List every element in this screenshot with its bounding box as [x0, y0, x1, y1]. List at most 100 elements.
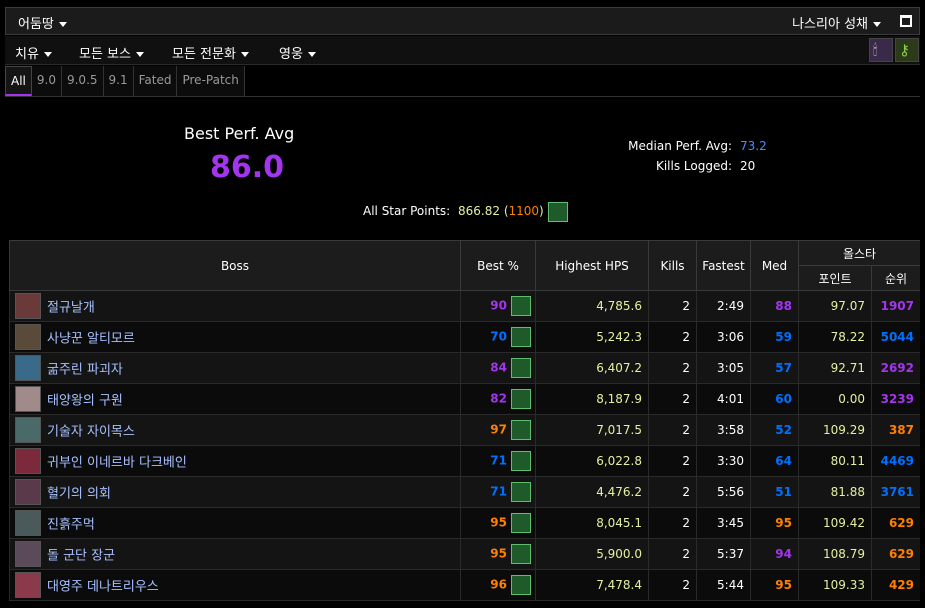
median-percent: 95	[750, 507, 799, 539]
maximize-icon[interactable]	[900, 15, 912, 27]
median-percent: 57	[750, 352, 799, 384]
difficulty-label: 영웅	[279, 47, 303, 62]
boss-cell[interactable]: 혈기의 의회	[9, 476, 461, 508]
rank-icon[interactable]	[511, 544, 531, 564]
tab-9-1[interactable]: 9.1	[103, 66, 134, 96]
kills-count: 2	[648, 383, 697, 415]
role-dropdown[interactable]: 치유	[15, 43, 52, 62]
kills-count: 2	[648, 445, 697, 477]
boss-cell[interactable]: 진흙주먹	[9, 507, 461, 539]
table-row[interactable]: 태양왕의 구원 82 8,187.9 2 4:01 60 0.00 3239	[9, 383, 920, 415]
best-percent: 95	[490, 546, 507, 561]
boss-name[interactable]: 절규날개	[47, 301, 95, 316]
best-percent-cell: 96	[460, 569, 536, 601]
allstar-rank: 3239	[871, 383, 920, 415]
tab-9-0[interactable]: 9.0	[31, 66, 62, 96]
character-dropdown[interactable]: 어둠땅	[18, 13, 67, 32]
table-row[interactable]: 진흙주먹 95 8,045.1 2 3:45 95 109.42 629	[9, 507, 920, 539]
all-star-icon[interactable]	[548, 202, 568, 222]
table-row[interactable]: 혈기의 의회 71 4,476.2 2 5:56 51 81.88 3761	[9, 476, 920, 508]
best-percent-cell: 84	[460, 352, 536, 384]
rank-icon[interactable]	[511, 389, 531, 409]
table-row[interactable]: 돌 군단 장군 95 5,900.0 2 5:37 94 108.79 629	[9, 538, 920, 570]
boss-name[interactable]: 사냥꾼 알티모르	[47, 332, 135, 347]
boss-dropdown[interactable]: 모든 보스	[79, 43, 144, 62]
kills-count: 2	[648, 321, 697, 353]
median-perf-value: 73.2	[740, 139, 767, 153]
median-percent: 59	[750, 321, 799, 353]
rank-icon[interactable]	[511, 575, 531, 595]
difficulty-dropdown[interactable]: 영웅	[279, 43, 316, 62]
allstar-rank: 4469	[871, 445, 920, 477]
median-percent: 60	[750, 383, 799, 415]
tab-pre-patch[interactable]: Pre-Patch	[177, 66, 245, 96]
boss-portrait-icon	[15, 541, 41, 567]
header-hps[interactable]: Highest HPS	[535, 240, 649, 291]
boss-cell[interactable]: 태양왕의 구원	[9, 383, 461, 415]
table-row[interactable]: 굶주린 파괴자 84 6,407.2 2 3:05 57 92.71 2692	[9, 352, 920, 384]
boss-portrait-icon	[15, 510, 41, 536]
header-kills[interactable]: Kills	[648, 240, 697, 291]
boss-cell[interactable]: 사냥꾼 알티모르	[9, 321, 461, 353]
table-row[interactable]: 대영주 데나트리우스 96 7,478.4 2 5:44 95 109.33 429	[9, 569, 920, 601]
header-med[interactable]: Med	[750, 240, 799, 291]
rank-icon[interactable]	[511, 420, 531, 440]
boss-cell[interactable]: 돌 군단 장군	[9, 538, 461, 570]
boss-cell[interactable]: 굶주린 파괴자	[9, 352, 461, 384]
all-star-label: All Star Points:	[363, 204, 451, 218]
chevron-down-icon	[43, 52, 52, 57]
header-points[interactable]: 포인트	[798, 265, 872, 291]
rank-icon[interactable]	[511, 451, 531, 471]
median-percent: 64	[750, 445, 799, 477]
table-row[interactable]: 사냥꾼 알티모르 70 5,242.3 2 3:06 59 78.22 5044	[9, 321, 920, 353]
rank-icon[interactable]	[511, 327, 531, 347]
kills-count: 2	[648, 352, 697, 384]
allstar-points: 92.71	[798, 352, 872, 384]
table-row[interactable]: 절규날개 90 4,785.6 2 2:49 88 97.07 1907	[9, 290, 920, 322]
boss-portrait-icon	[15, 417, 41, 443]
key-icon[interactable]: ⚷	[895, 38, 919, 62]
header-best[interactable]: Best %	[460, 240, 536, 291]
best-perf-value: 86.0	[210, 150, 285, 185]
chevron-down-icon	[240, 52, 249, 57]
boss-cell[interactable]: 귀부인 이네르바 다크베인	[9, 445, 461, 477]
boss-name[interactable]: 굶주린 파괴자	[47, 363, 123, 378]
boss-name[interactable]: 태양왕의 구원	[47, 394, 123, 409]
boss-name[interactable]: 기술자 자이목스	[47, 425, 135, 440]
rank-icon[interactable]	[511, 482, 531, 502]
boss-cell[interactable]: 기술자 자이목스	[9, 414, 461, 446]
header-fastest[interactable]: Fastest	[696, 240, 751, 291]
allstar-rank: 629	[871, 538, 920, 570]
boss-name[interactable]: 진흙주먹	[47, 518, 95, 533]
rank-icon[interactable]	[511, 513, 531, 533]
tab-fated[interactable]: Fated	[133, 66, 178, 96]
spec-dropdown[interactable]: 모든 전문화	[172, 43, 249, 62]
chevron-down-icon	[307, 52, 316, 57]
best-percent: 84	[490, 360, 507, 375]
boss-cell[interactable]: 대영주 데나트리우스	[9, 569, 461, 601]
zone-dropdown[interactable]: 나스리아 성채	[792, 13, 881, 32]
tab-all[interactable]: All	[5, 66, 32, 96]
header-boss[interactable]: Boss	[9, 240, 461, 291]
boss-name[interactable]: 귀부인 이네르바 다크베인	[47, 456, 187, 471]
rank-icon[interactable]	[511, 358, 531, 378]
table-row[interactable]: 기술자 자이목스 97 7,017.5 2 3:58 52 109.29 387	[9, 414, 920, 446]
role-label: 치유	[15, 47, 39, 62]
rank-icon[interactable]	[511, 296, 531, 316]
boss-portrait-icon	[15, 386, 41, 412]
boss-name[interactable]: 대영주 데나트리우스	[47, 580, 159, 595]
header-allstar: 올스타	[798, 240, 920, 266]
all-star-points: 866.82	[458, 204, 500, 218]
tab-9-0-5[interactable]: 9.0.5	[61, 66, 104, 96]
boss-cell[interactable]: 절규날개	[9, 290, 461, 322]
boss-portrait-icon	[15, 479, 41, 505]
boss-name[interactable]: 혈기의 의회	[47, 487, 111, 502]
kills-count: 2	[648, 414, 697, 446]
kills-count: 2	[648, 507, 697, 539]
fastest-time: 4:01	[696, 383, 751, 415]
raid-icon[interactable]: 🕯	[869, 38, 893, 62]
table-row[interactable]: 귀부인 이네르바 다크베인 71 6,022.8 2 3:30 64 80.11 4469	[9, 445, 920, 477]
boss-name[interactable]: 돌 군단 장군	[47, 549, 115, 564]
header-rank[interactable]: 순위	[871, 265, 920, 291]
top-bar: 어둠땅 나스리아 성채	[5, 7, 920, 35]
